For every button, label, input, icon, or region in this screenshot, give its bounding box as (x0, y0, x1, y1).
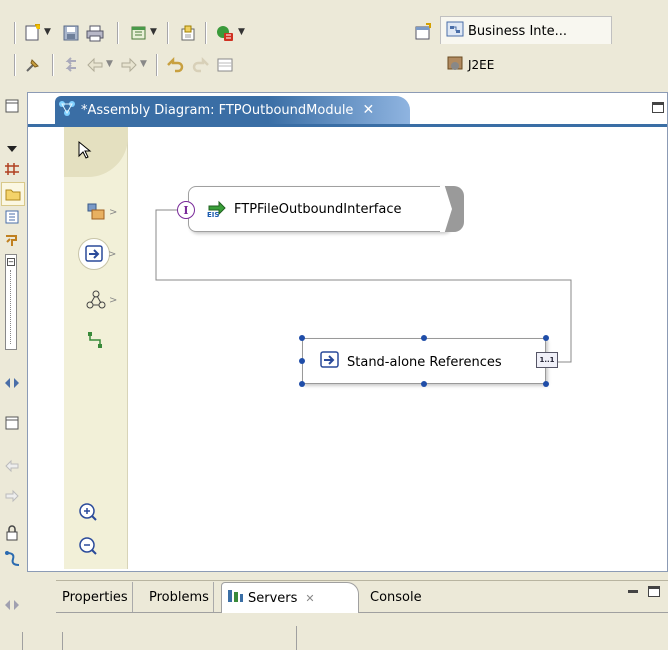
multiplicity-badge[interactable]: 1..1 (536, 352, 558, 368)
status-divider (296, 626, 297, 650)
reference-node-content: Stand-alone References (320, 351, 502, 373)
tab-label: Console (370, 589, 422, 605)
selection-handle[interactable] (543, 381, 549, 387)
wire-connection (155, 209, 572, 363)
export-node-content: EIS FTPFileOutboundInterface (206, 198, 402, 220)
reference-icon (320, 351, 340, 373)
tab-label: Properties (62, 589, 128, 605)
interface-glyph: I (183, 203, 189, 217)
multiplicity-label: 1..1 (539, 356, 555, 364)
tab-label: Servers (248, 590, 298, 606)
eis-export-icon: EIS (206, 198, 228, 220)
status-divider (22, 632, 23, 650)
selection-handle[interactable] (421, 335, 427, 341)
tab-servers[interactable]: Servers ✕ (221, 582, 359, 613)
eis-badge: EIS (207, 211, 220, 219)
tab-properties[interactable]: Properties (58, 582, 133, 612)
minimize-icon[interactable] (628, 590, 638, 593)
selection-handle[interactable] (543, 335, 549, 341)
tab-console[interactable]: Console (366, 582, 426, 612)
tab-problems[interactable]: Problems (145, 582, 214, 612)
servers-icon (226, 588, 244, 608)
bottom-tab-strip (56, 612, 668, 613)
selection-handle[interactable] (299, 335, 305, 341)
export-node-label: FTPFileOutboundInterface (234, 201, 402, 217)
maximize-icon[interactable] (648, 586, 660, 597)
status-divider (62, 632, 63, 650)
selection-handle[interactable] (299, 381, 305, 387)
selection-handle[interactable] (421, 381, 427, 387)
interface-icon[interactable]: I (177, 201, 195, 219)
status-bar (0, 624, 668, 650)
reference-node-label: Stand-alone References (347, 354, 502, 370)
close-icon[interactable]: ✕ (305, 592, 314, 605)
selection-handle[interactable] (299, 358, 305, 364)
tab-label: Problems (149, 589, 209, 605)
